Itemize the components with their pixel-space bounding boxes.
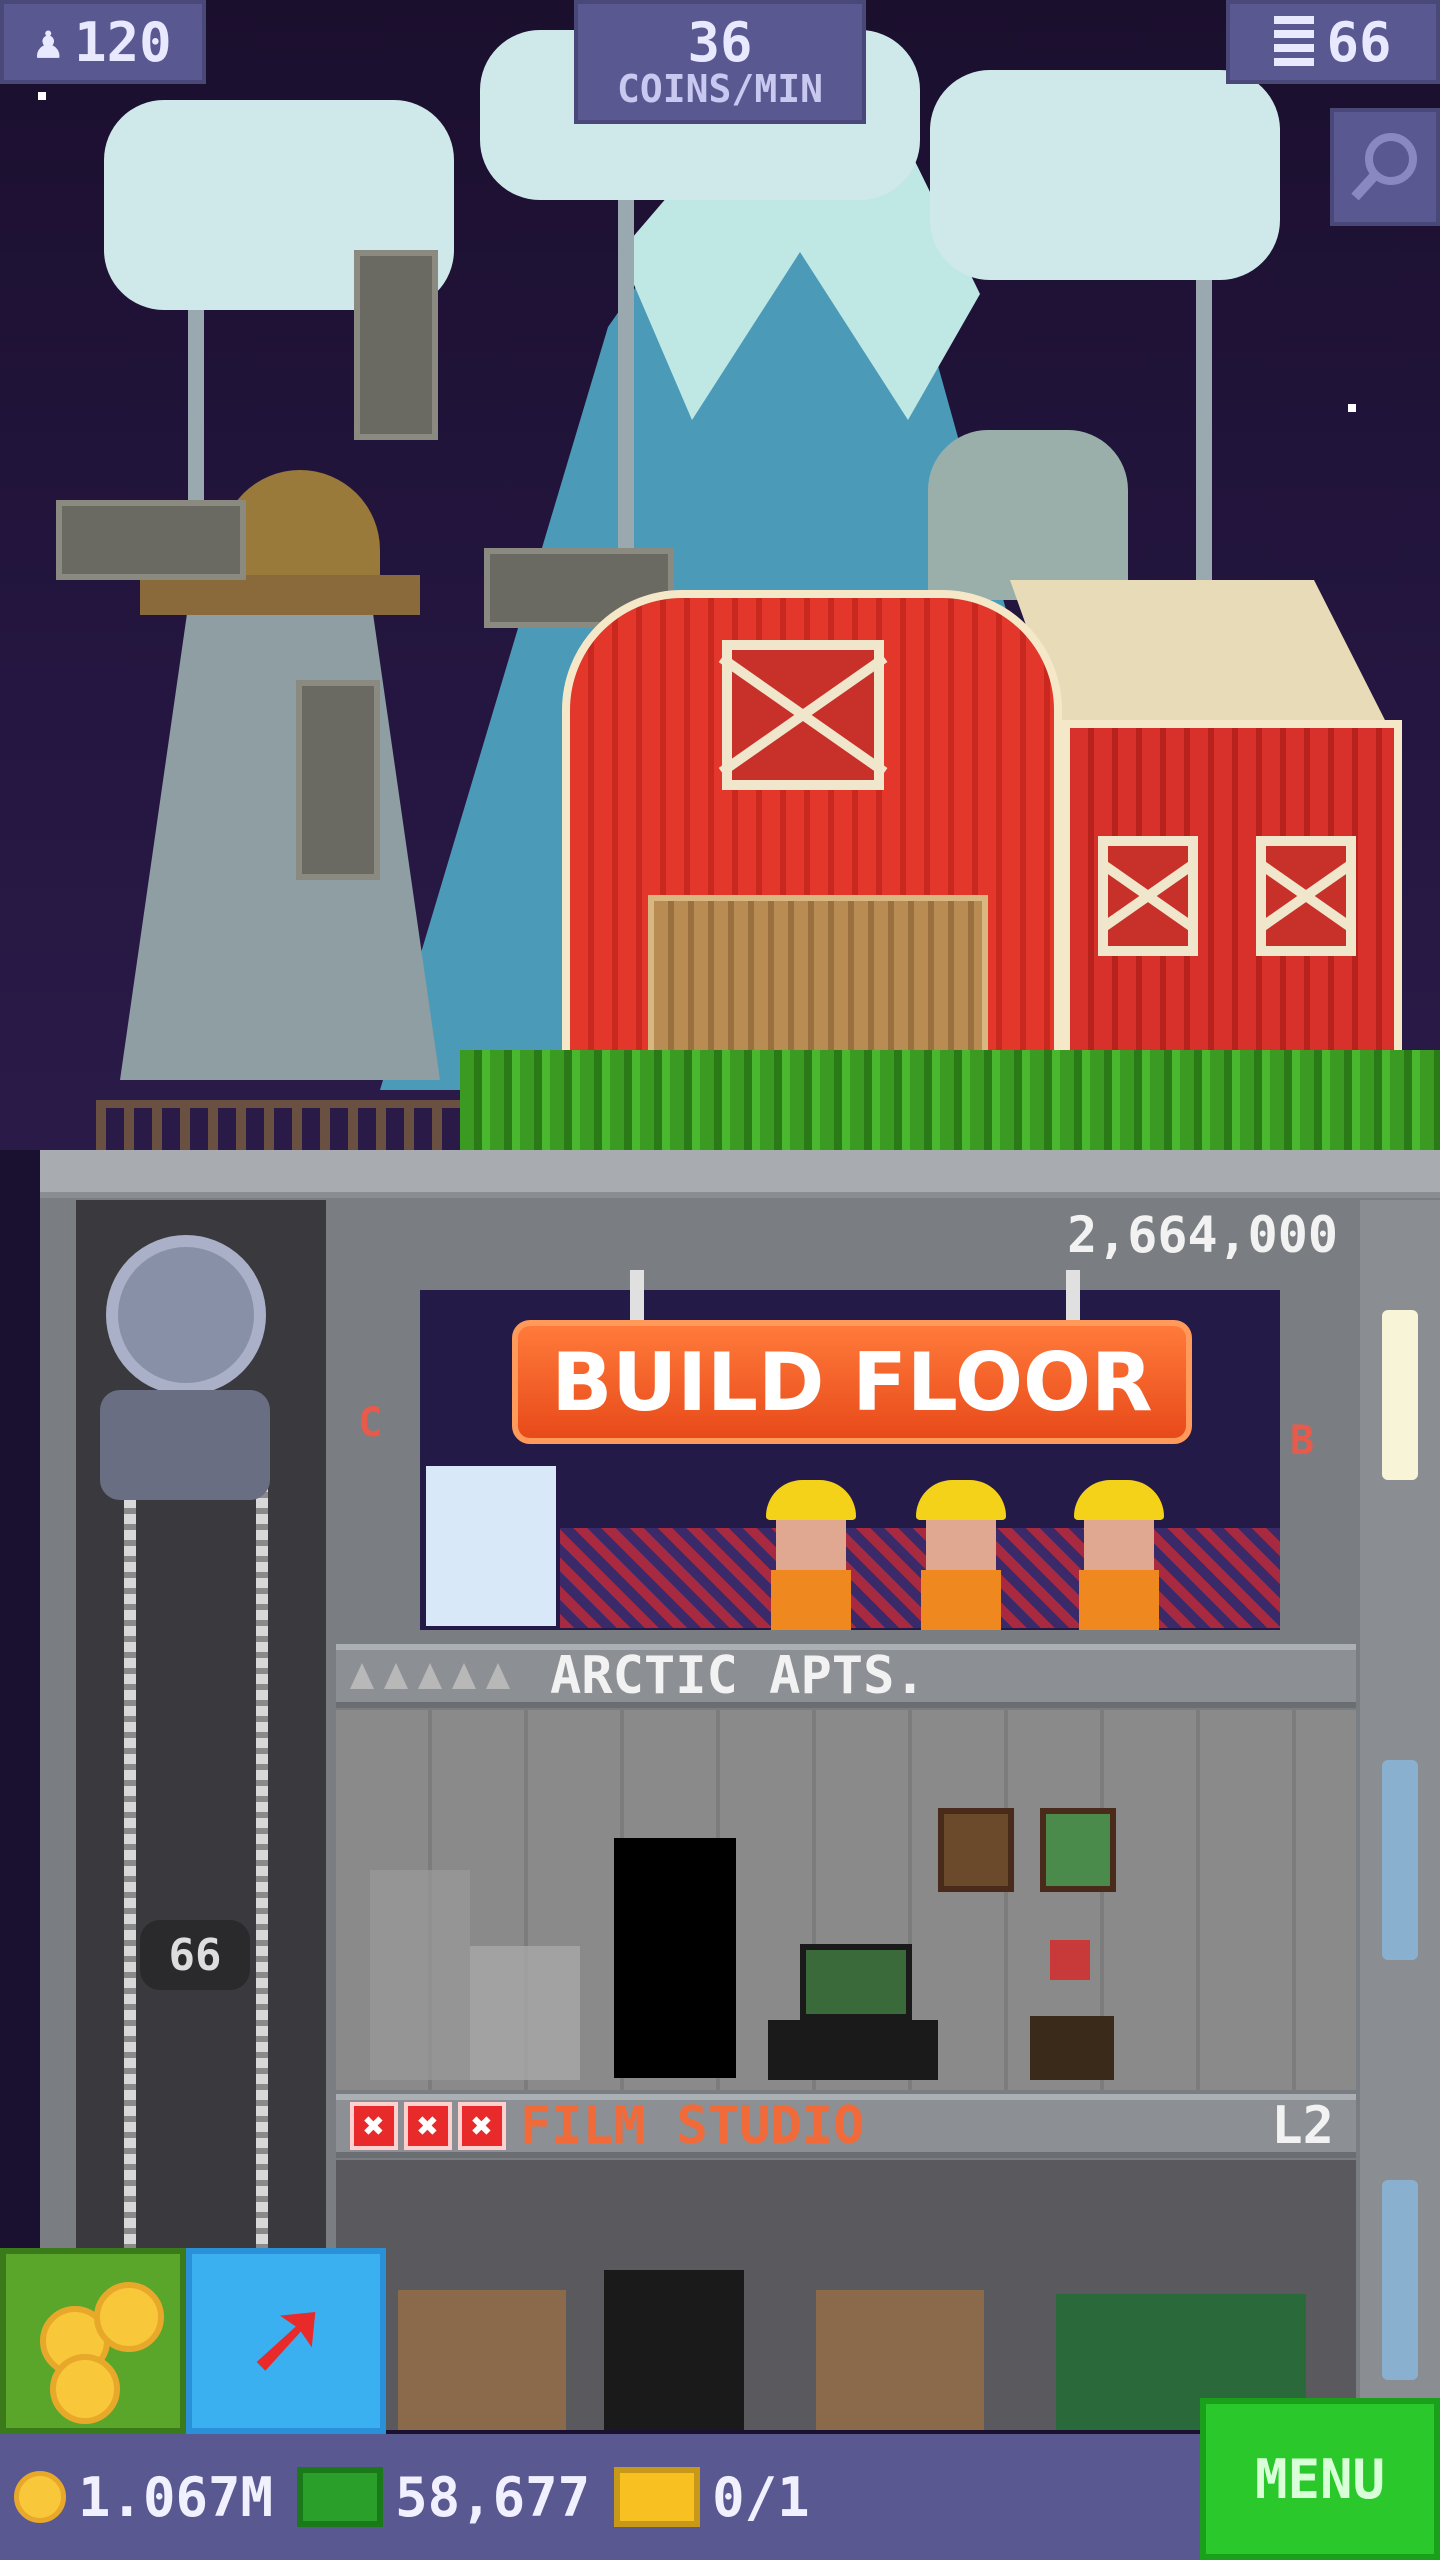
coin-icon	[50, 2354, 120, 2424]
apartment-door	[614, 1838, 736, 2078]
tv-stand	[768, 2020, 938, 2080]
arrow-icon: ➚	[249, 2271, 323, 2411]
elevator-car[interactable]	[100, 1390, 270, 1500]
stove	[470, 1946, 580, 2080]
side-table	[1030, 2016, 1114, 2080]
floor-name: ARCTIC APTS.	[550, 1646, 926, 1706]
construction-worker	[906, 1480, 1016, 1630]
floor-level: L2	[1271, 2096, 1334, 2156]
picture-frame	[938, 1808, 1014, 1892]
population-value: 120	[74, 10, 172, 74]
tower-roof	[40, 1150, 1440, 1198]
star	[38, 92, 46, 100]
picture-frame	[1040, 1808, 1116, 1892]
cloud-pole	[1196, 260, 1212, 590]
person-icon: ♟	[34, 15, 63, 69]
elevator-pulley	[106, 1235, 266, 1395]
menu-button[interactable]: MENU	[1200, 2398, 1440, 2560]
bux-value: 58,677	[395, 2465, 591, 2529]
star	[1348, 404, 1356, 412]
building-icon	[1274, 16, 1315, 68]
coins-per-min-value: 36	[687, 11, 753, 74]
windmill-blade	[296, 680, 380, 880]
build-cost: 2,664,000	[336, 1200, 1356, 1270]
windmill-blade	[56, 500, 246, 580]
collect-coins-button[interactable]	[0, 2248, 186, 2434]
bux-display[interactable]: 58,677	[297, 2466, 590, 2529]
ice-blocks	[426, 1466, 556, 1626]
barn-window	[1098, 836, 1198, 956]
floor-name: FILM STUDIO	[520, 2096, 865, 2156]
barn-window	[1256, 836, 1356, 956]
film-set-door	[604, 2270, 744, 2430]
coins-value: 1.067M	[78, 2465, 274, 2529]
wall-panel	[398, 2290, 566, 2430]
barn-window	[722, 640, 884, 790]
floor-counter[interactable]: 66	[1226, 0, 1440, 84]
windmill-blade	[354, 250, 438, 440]
sign-hook	[1066, 1270, 1080, 1320]
sign-hook	[630, 1270, 644, 1320]
cloud-pole	[618, 190, 634, 590]
floor-label-arctic-apts[interactable]: ARCTIC APTS.	[336, 1644, 1356, 1708]
floor-stars: ✖ ✖ ✖	[350, 2102, 506, 2150]
lamp	[1050, 1940, 1090, 1980]
fridge	[370, 1870, 470, 2080]
floor-label-film-studio[interactable]: ✖ ✖ ✖ FILM STUDIO L2	[336, 2094, 1356, 2158]
construction-worker	[1064, 1480, 1174, 1630]
build-floor-button[interactable]: BUILD FLOOR	[512, 1320, 1192, 1444]
population-counter[interactable]: ♟ 120	[0, 0, 206, 84]
coins-per-min: 36 COINS/MIN	[574, 0, 866, 124]
floor-count-value: 66	[1326, 10, 1392, 74]
golden-ticket-icon	[614, 2467, 701, 2527]
construction-worker	[756, 1480, 866, 1630]
tower-right-column	[1360, 1200, 1440, 2430]
magnifier-icon	[1351, 133, 1417, 201]
search-button[interactable]	[1330, 108, 1440, 226]
grass	[460, 1050, 1440, 1150]
coin-icon	[94, 2282, 164, 2352]
coin-icon	[14, 2471, 66, 2523]
tickets-display[interactable]: 0/1	[614, 2466, 810, 2529]
floor-stars	[350, 1663, 510, 1689]
tv	[800, 1944, 912, 2020]
silo	[928, 430, 1128, 600]
windmill-cap	[140, 575, 420, 615]
window	[1382, 1760, 1418, 1960]
window	[1382, 2180, 1418, 2380]
build-arrow-button[interactable]: ➚	[186, 2248, 386, 2434]
side-letter-right: B	[1290, 1418, 1315, 1464]
window	[1382, 1310, 1418, 1480]
cloud	[930, 70, 1280, 280]
elevator-floor-number[interactable]: 66	[140, 1920, 250, 1990]
tower-bux-icon	[297, 2467, 384, 2527]
wall-panel	[816, 2290, 984, 2430]
side-letter-left: C	[358, 1400, 383, 1446]
coins-per-min-label: COINS/MIN	[617, 67, 823, 111]
coins-display[interactable]: 1.067M	[14, 2466, 273, 2529]
fence	[96, 1100, 476, 1150]
tickets-value: 0/1	[712, 2465, 810, 2529]
